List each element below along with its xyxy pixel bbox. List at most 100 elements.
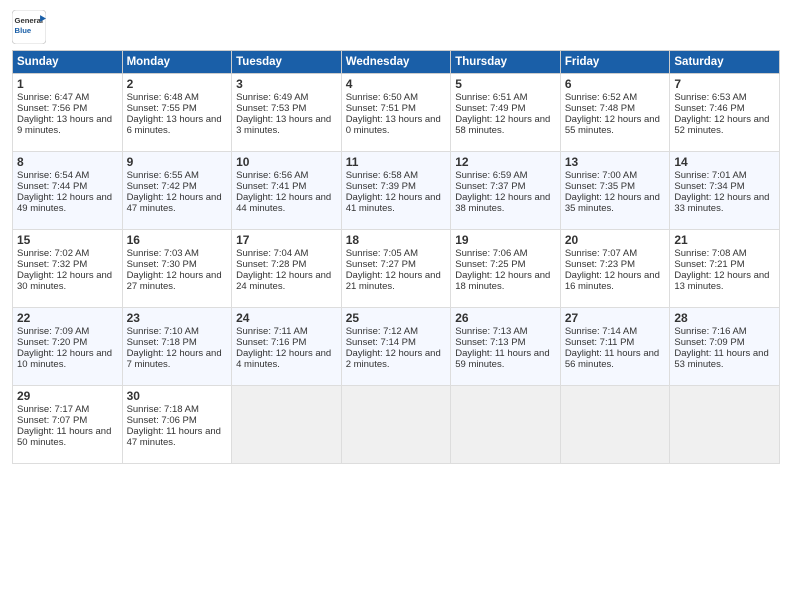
calendar-week-row: 22Sunrise: 7:09 AMSunset: 7:20 PMDayligh… <box>13 308 780 386</box>
day-number: 17 <box>236 233 337 247</box>
day-number: 11 <box>346 155 447 169</box>
sunset: Sunset: 7:44 PM <box>17 181 87 192</box>
calendar-body: 1Sunrise: 6:47 AMSunset: 7:56 PMDaylight… <box>13 74 780 464</box>
sunset: Sunset: 7:56 PM <box>17 103 87 114</box>
daylight: Daylight: 12 hours and 10 minutes. <box>17 348 112 370</box>
sunrise: Sunrise: 7:10 AM <box>127 326 199 337</box>
sunset: Sunset: 7:25 PM <box>455 259 525 270</box>
sunrise: Sunrise: 6:53 AM <box>674 92 746 103</box>
calendar-cell: 18Sunrise: 7:05 AMSunset: 7:27 PMDayligh… <box>341 230 451 308</box>
daylight: Daylight: 12 hours and 33 minutes. <box>674 192 769 214</box>
day-number: 18 <box>346 233 447 247</box>
sunrise: Sunrise: 7:00 AM <box>565 170 637 181</box>
calendar-week-row: 1Sunrise: 6:47 AMSunset: 7:56 PMDaylight… <box>13 74 780 152</box>
daylight: Daylight: 12 hours and 27 minutes. <box>127 270 222 292</box>
calendar-table: SundayMondayTuesdayWednesdayThursdayFrid… <box>12 50 780 464</box>
page-container: General Blue SundayMondayTuesdayWednesda… <box>0 0 792 472</box>
svg-text:General: General <box>15 16 43 25</box>
daylight: Daylight: 13 hours and 3 minutes. <box>236 114 331 136</box>
sunset: Sunset: 7:41 PM <box>236 181 306 192</box>
day-number: 6 <box>565 77 666 91</box>
dow-header: Thursday <box>451 51 561 74</box>
calendar-cell: 30Sunrise: 7:18 AMSunset: 7:06 PMDayligh… <box>122 386 232 464</box>
sunrise: Sunrise: 6:55 AM <box>127 170 199 181</box>
logo: General Blue <box>12 10 46 44</box>
sunset: Sunset: 7:30 PM <box>127 259 197 270</box>
daylight: Daylight: 13 hours and 6 minutes. <box>127 114 222 136</box>
sunrise: Sunrise: 7:14 AM <box>565 326 637 337</box>
calendar-cell: 8Sunrise: 6:54 AMSunset: 7:44 PMDaylight… <box>13 152 123 230</box>
calendar-cell <box>451 386 561 464</box>
day-number: 25 <box>346 311 447 325</box>
calendar-cell: 7Sunrise: 6:53 AMSunset: 7:46 PMDaylight… <box>670 74 780 152</box>
sunrise: Sunrise: 6:48 AM <box>127 92 199 103</box>
dow-header: Wednesday <box>341 51 451 74</box>
day-number: 7 <box>674 77 775 91</box>
day-number: 19 <box>455 233 556 247</box>
calendar-cell: 13Sunrise: 7:00 AMSunset: 7:35 PMDayligh… <box>560 152 670 230</box>
daylight: Daylight: 11 hours and 53 minutes. <box>674 348 768 370</box>
dow-header: Monday <box>122 51 232 74</box>
sunset: Sunset: 7:49 PM <box>455 103 525 114</box>
calendar-cell <box>670 386 780 464</box>
calendar-week-row: 8Sunrise: 6:54 AMSunset: 7:44 PMDaylight… <box>13 152 780 230</box>
sunset: Sunset: 7:28 PM <box>236 259 306 270</box>
sunset: Sunset: 7:06 PM <box>127 415 197 426</box>
calendar-cell: 25Sunrise: 7:12 AMSunset: 7:14 PMDayligh… <box>341 308 451 386</box>
day-number: 9 <box>127 155 228 169</box>
calendar-cell: 14Sunrise: 7:01 AMSunset: 7:34 PMDayligh… <box>670 152 780 230</box>
daylight: Daylight: 11 hours and 50 minutes. <box>17 426 111 448</box>
sunset: Sunset: 7:07 PM <box>17 415 87 426</box>
sunset: Sunset: 7:14 PM <box>346 337 416 348</box>
calendar-cell: 9Sunrise: 6:55 AMSunset: 7:42 PMDaylight… <box>122 152 232 230</box>
sunrise: Sunrise: 6:59 AM <box>455 170 527 181</box>
sunset: Sunset: 7:09 PM <box>674 337 744 348</box>
day-number: 24 <box>236 311 337 325</box>
sunrise: Sunrise: 6:49 AM <box>236 92 308 103</box>
daylight: Daylight: 12 hours and 2 minutes. <box>346 348 441 370</box>
daylight: Daylight: 11 hours and 59 minutes. <box>455 348 549 370</box>
daylight: Daylight: 13 hours and 9 minutes. <box>17 114 112 136</box>
calendar-cell: 6Sunrise: 6:52 AMSunset: 7:48 PMDaylight… <box>560 74 670 152</box>
sunrise: Sunrise: 6:47 AM <box>17 92 89 103</box>
day-number: 15 <box>17 233 118 247</box>
sunrise: Sunrise: 6:50 AM <box>346 92 418 103</box>
day-number: 21 <box>674 233 775 247</box>
sunset: Sunset: 7:53 PM <box>236 103 306 114</box>
sunrise: Sunrise: 7:17 AM <box>17 404 89 415</box>
sunset: Sunset: 7:42 PM <box>127 181 197 192</box>
dow-header: Saturday <box>670 51 780 74</box>
dow-header: Tuesday <box>232 51 342 74</box>
sunrise: Sunrise: 7:16 AM <box>674 326 746 337</box>
calendar-cell: 11Sunrise: 6:58 AMSunset: 7:39 PMDayligh… <box>341 152 451 230</box>
calendar-week-row: 15Sunrise: 7:02 AMSunset: 7:32 PMDayligh… <box>13 230 780 308</box>
day-number: 16 <box>127 233 228 247</box>
sunrise: Sunrise: 7:13 AM <box>455 326 527 337</box>
calendar-cell: 27Sunrise: 7:14 AMSunset: 7:11 PMDayligh… <box>560 308 670 386</box>
calendar-cell: 21Sunrise: 7:08 AMSunset: 7:21 PMDayligh… <box>670 230 780 308</box>
calendar-cell: 26Sunrise: 7:13 AMSunset: 7:13 PMDayligh… <box>451 308 561 386</box>
daylight: Daylight: 12 hours and 30 minutes. <box>17 270 112 292</box>
day-number: 26 <box>455 311 556 325</box>
day-number: 12 <box>455 155 556 169</box>
calendar-cell: 1Sunrise: 6:47 AMSunset: 7:56 PMDaylight… <box>13 74 123 152</box>
sunrise: Sunrise: 7:03 AM <box>127 248 199 259</box>
daylight: Daylight: 12 hours and 24 minutes. <box>236 270 331 292</box>
day-number: 4 <box>346 77 447 91</box>
sunset: Sunset: 7:13 PM <box>455 337 525 348</box>
calendar-cell: 12Sunrise: 6:59 AMSunset: 7:37 PMDayligh… <box>451 152 561 230</box>
day-number: 30 <box>127 389 228 403</box>
calendar-cell: 10Sunrise: 6:56 AMSunset: 7:41 PMDayligh… <box>232 152 342 230</box>
daylight: Daylight: 12 hours and 55 minutes. <box>565 114 660 136</box>
daylight: Daylight: 12 hours and 49 minutes. <box>17 192 112 214</box>
calendar-cell: 22Sunrise: 7:09 AMSunset: 7:20 PMDayligh… <box>13 308 123 386</box>
daylight: Daylight: 12 hours and 52 minutes. <box>674 114 769 136</box>
day-number: 10 <box>236 155 337 169</box>
calendar-cell: 24Sunrise: 7:11 AMSunset: 7:16 PMDayligh… <box>232 308 342 386</box>
calendar-cell: 15Sunrise: 7:02 AMSunset: 7:32 PMDayligh… <box>13 230 123 308</box>
sunrise: Sunrise: 7:12 AM <box>346 326 418 337</box>
calendar-cell: 20Sunrise: 7:07 AMSunset: 7:23 PMDayligh… <box>560 230 670 308</box>
sunset: Sunset: 7:34 PM <box>674 181 744 192</box>
daylight: Daylight: 12 hours and 7 minutes. <box>127 348 222 370</box>
dow-header: Sunday <box>13 51 123 74</box>
